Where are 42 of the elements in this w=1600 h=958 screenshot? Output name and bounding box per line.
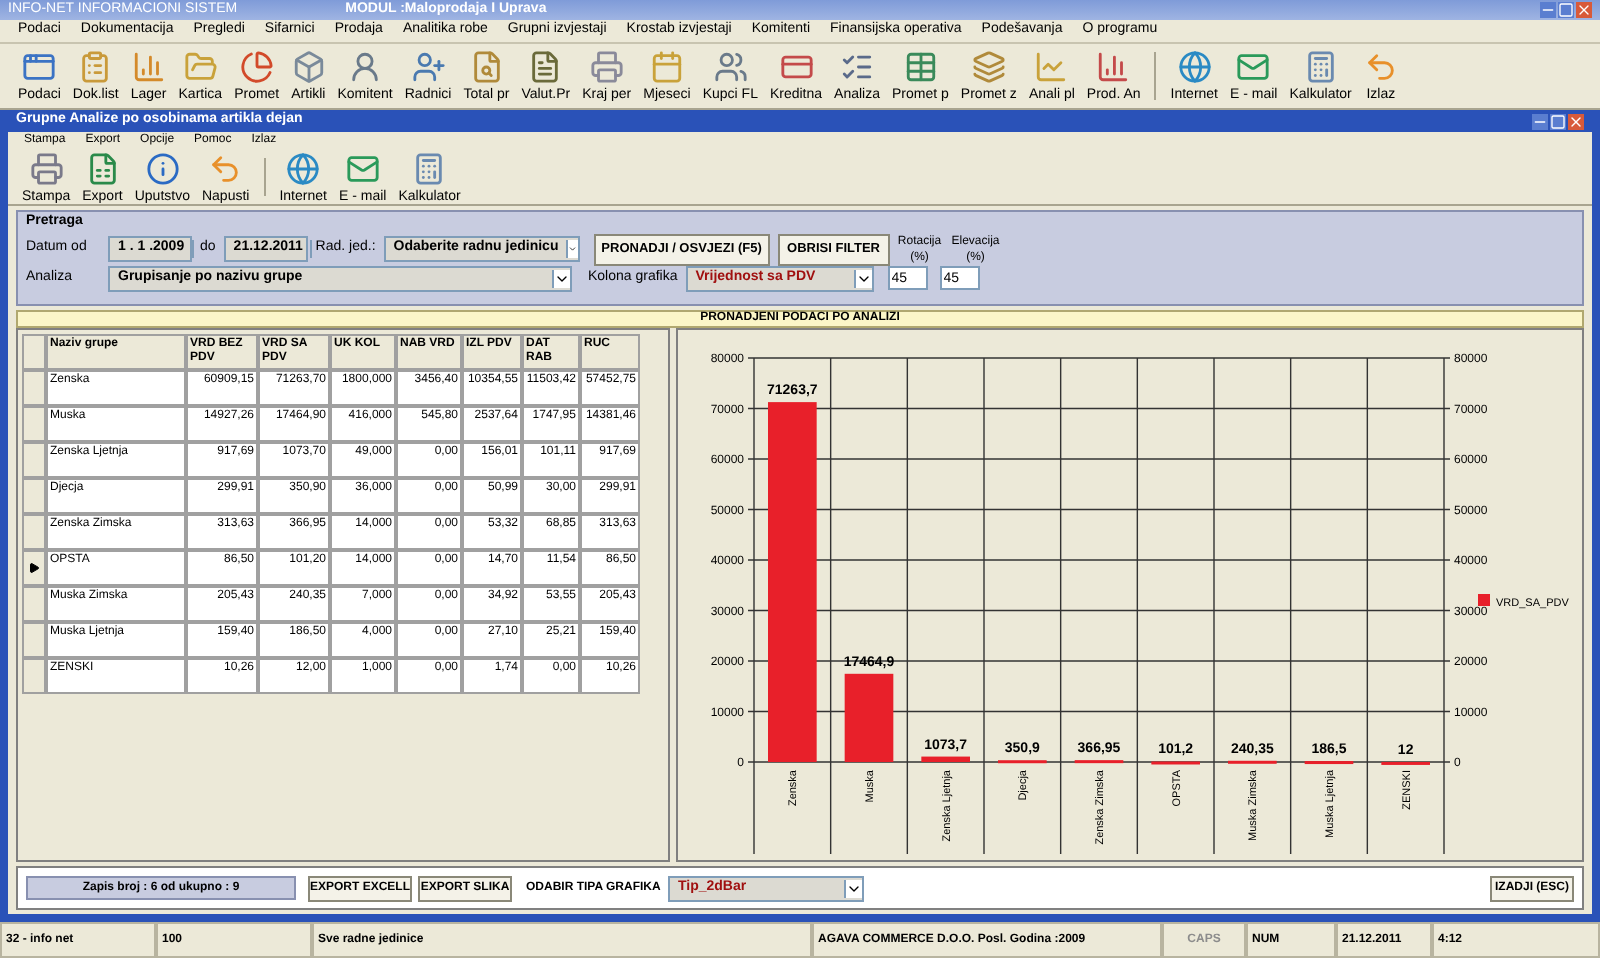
pie-chart-icon	[239, 50, 274, 84]
close-icon[interactable]	[1568, 113, 1584, 129]
document-icon	[528, 50, 563, 84]
current-row-icon	[28, 562, 40, 574]
bar-chart-icon	[131, 50, 166, 84]
list-icon	[840, 50, 875, 84]
table-corner	[22, 334, 46, 370]
globe-icon	[286, 151, 321, 185]
legend-swatch	[1478, 594, 1490, 606]
mail-icon	[345, 151, 380, 185]
layers-icon	[971, 50, 1006, 84]
clipboard-icon	[78, 50, 113, 84]
restore-icon[interactable]	[1558, 2, 1574, 18]
spreadsheet-icon	[85, 151, 120, 185]
person-icon	[348, 50, 383, 84]
calculator-icon	[412, 151, 447, 185]
bar-chart-icon	[1096, 50, 1131, 84]
printer-icon	[29, 151, 64, 185]
printer-icon	[589, 50, 624, 84]
mail-icon	[1236, 50, 1271, 84]
bar	[921, 756, 970, 762]
calendar-icon	[649, 50, 684, 84]
calculator-icon	[1303, 50, 1338, 84]
minimize-icon[interactable]	[1532, 113, 1548, 129]
line-chart-icon	[1034, 50, 1069, 84]
bar	[844, 673, 894, 762]
minimize-icon[interactable]	[1540, 2, 1556, 18]
close-icon[interactable]	[1576, 2, 1592, 18]
back-arrow-icon	[1363, 50, 1398, 84]
window-icon	[22, 50, 57, 84]
people-icon	[713, 50, 748, 84]
folder-icon	[183, 50, 218, 84]
card-icon	[779, 50, 813, 84]
box-icon	[291, 50, 326, 84]
add-person-icon	[411, 50, 446, 84]
globe-icon	[1177, 50, 1212, 84]
info-icon	[145, 151, 180, 185]
file-search-icon	[469, 50, 504, 84]
row-indicator[interactable]	[22, 550, 46, 586]
table-icon	[903, 50, 938, 84]
maximize-icon[interactable]	[1550, 113, 1566, 129]
back-arrow-icon	[208, 151, 243, 185]
